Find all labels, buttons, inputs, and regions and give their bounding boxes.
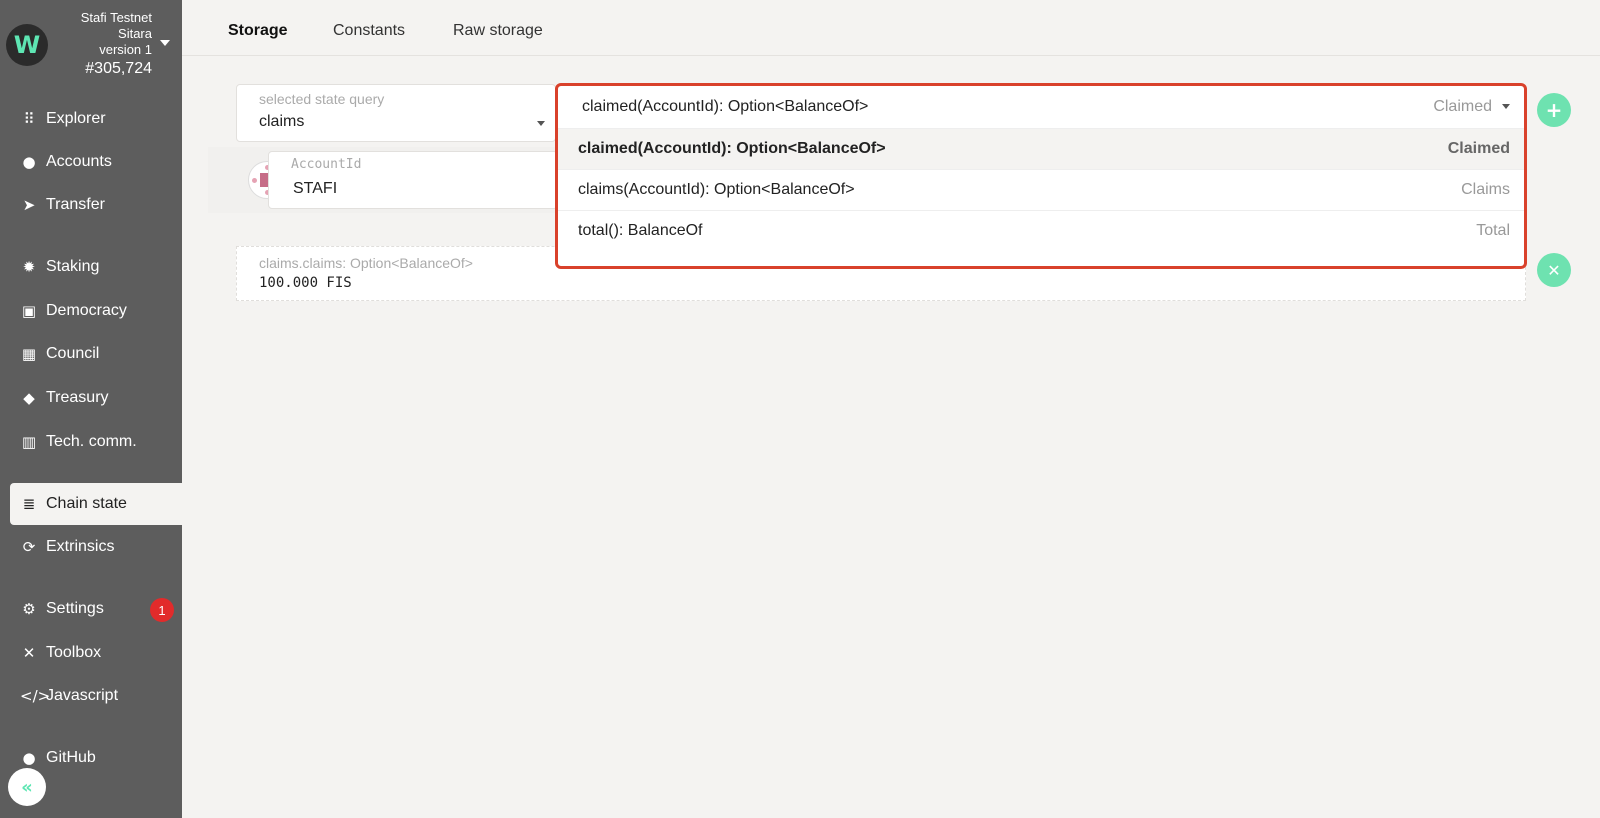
option-label: claimed(AccountId): Option<BalanceOf> [578,140,886,157]
sidebar-item-label: Settings [46,600,104,617]
collapse-sidebar-button[interactable]: « [8,768,46,806]
sidebar-item-label: Accounts [46,153,112,170]
code-icon: </> [20,687,51,705]
notification-badge: 1 [150,598,174,622]
sidebar: W Stafi Testnet Sitara version 1 #305,72… [0,0,182,818]
sidebar-item-staking[interactable]: ✹ Staking [10,246,182,288]
sidebar-item-tech-comm[interactable]: ▥ Tech. comm. [10,421,182,463]
sidebar-item-democracy[interactable]: ▣ Democracy [10,290,182,332]
users-icon: ● [22,153,36,171]
state-query-label: selected state query [259,91,385,107]
sidebar-item-transfer[interactable]: ➤ Transfer [10,184,182,226]
result-value: 100.000 FIS [259,275,352,291]
sidebar-item-label: GitHub [46,749,96,766]
current-method-alias: Claimed [1433,97,1492,115]
sidebar-item-label: Staking [46,258,100,275]
sidebar-item-toolbox[interactable]: ✕ Toolbox [10,632,182,674]
tools-icon: ✕ [22,644,36,662]
tab-raw-storage[interactable]: Raw storage [453,22,543,40]
account-id-input[interactable]: AccountId STAFI [268,151,558,209]
sidebar-item-council[interactable]: ▦ Council [10,333,182,375]
certificate-icon: ✹ [22,258,36,276]
current-method-label: claimed(AccountId): Option<BalanceOf> [582,97,869,115]
sidebar-item-label: Transfer [46,196,105,213]
tab-constants[interactable]: Constants [333,22,405,40]
sidebar-item-label: Council [46,345,100,362]
github-icon: ● [22,749,36,767]
sidebar-item-treasury[interactable]: ◆ Treasury [10,377,182,419]
sidebar-item-label: Treasury [46,389,109,406]
chain-selector[interactable]: W Stafi Testnet Sitara version 1 #305,72… [0,0,182,90]
plus-icon: + [1545,98,1563,122]
dropdown-option[interactable]: claims(AccountId): Option<BalanceOf> Cla… [558,169,1524,210]
option-label: claims(AccountId): Option<BalanceOf> [578,181,855,198]
dropdown-option[interactable]: claimed(AccountId): Option<BalanceOf> Cl… [558,128,1524,169]
sidebar-item-chain-state[interactable]: ≣ Chain state [10,483,182,525]
dropdown-option[interactable]: total(): BalanceOf Total [558,210,1524,251]
sidebar-item-javascript[interactable]: </> Javascript [10,675,182,717]
block-number: #305,724 [85,60,152,77]
sidebar-item-label: Chain state [46,495,127,512]
sidebar-item-label: Democracy [46,302,127,319]
sidebar-item-extrinsics[interactable]: ⟳ Extrinsics [10,526,182,568]
account-param: AccountId STAFI [208,147,558,213]
sidebar-item-label: Extrinsics [46,538,115,555]
chain-logo: W [6,24,48,66]
dropdown-current-selection[interactable]: claimed(AccountId): Option<BalanceOf> Cl… [558,86,1524,127]
chain-name: Stafi Testnet [80,10,152,25]
sidebar-item-label: Toolbox [46,644,102,661]
paper-plane-icon: ➤ [22,196,36,214]
add-query-button[interactable]: + [1537,93,1571,127]
building-icon: ▦ [21,345,37,363]
cogs-icon: ⚙ [22,600,36,618]
option-alias: Claims [1461,181,1510,198]
sync-icon: ⟳ [22,538,36,556]
chevron-down-icon[interactable] [160,40,170,46]
sidebar-item-label: Explorer [46,110,106,127]
tab-storage[interactable]: Storage [228,22,288,40]
chain-version: version 1 [99,42,152,57]
grid-icon: ⠿ [23,110,35,128]
account-id-label: AccountId [291,157,362,172]
state-query-value: claims [259,113,305,130]
chevron-down-icon [1502,103,1510,109]
sidebar-item-explorer[interactable]: ⠿ Explorer [10,98,182,140]
sidebar-item-accounts[interactable]: ● Accounts [10,141,182,183]
chain-network: Sitara [118,26,152,41]
tab-bar: Storage Constants Raw storage [182,0,1600,56]
account-id-value: STAFI [293,180,338,197]
result-label: claims.claims: Option<BalanceOf> [259,255,473,271]
sidebar-item-label: Javascript [46,687,119,704]
remove-result-button[interactable]: ✕ [1537,253,1571,287]
sidebar-item-settings[interactable]: ⚙ Settings 1 [10,588,182,630]
option-alias: Claimed [1447,140,1510,157]
state-query-select[interactable]: selected state query claims [236,84,556,142]
close-icon: ✕ [1547,260,1561,280]
database-icon: ≣ [22,495,36,513]
storage-method-dropdown[interactable]: claimed(AccountId): Option<BalanceOf> Cl… [555,83,1527,269]
sidebar-item-label: Tech. comm. [46,433,137,450]
chain-info: Stafi Testnet Sitara version 1 #305,724 [81,10,152,80]
microchip-icon: ▥ [21,433,37,451]
option-alias: Total [1476,222,1510,239]
chevron-down-icon [537,121,545,126]
calendar-check-icon: ▣ [21,302,37,320]
option-label: total(): BalanceOf [578,222,703,239]
double-chevron-left-icon: « [21,776,33,798]
gem-icon: ◆ [23,389,35,407]
